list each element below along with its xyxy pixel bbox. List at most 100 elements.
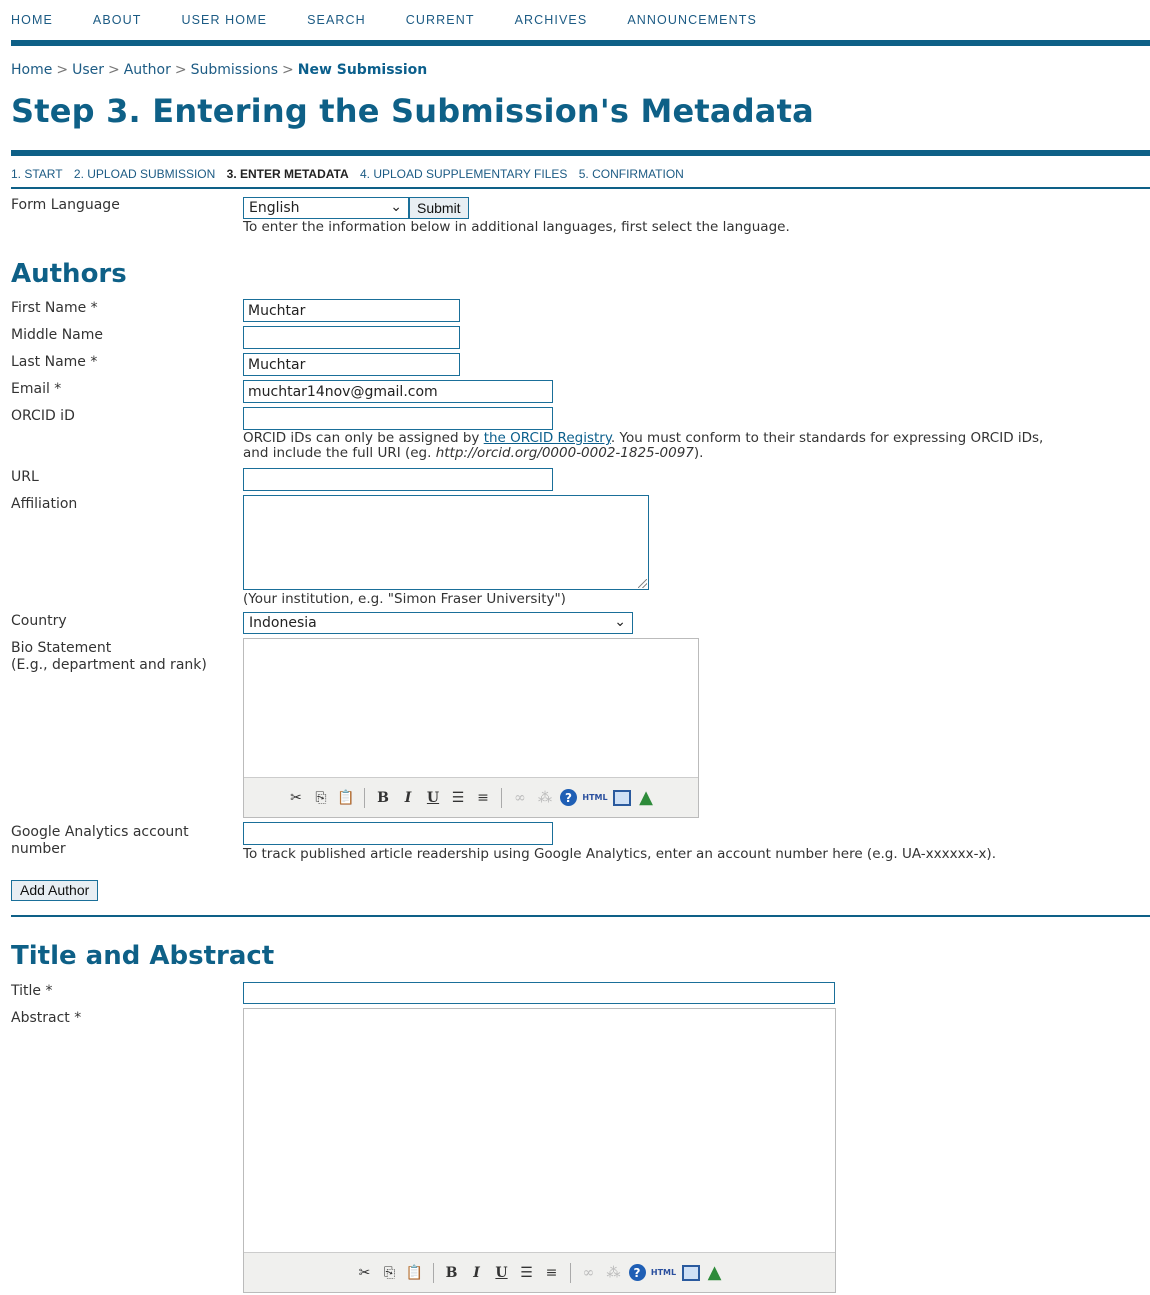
underline-icon[interactable]: U: [423, 788, 443, 808]
fullscreen-icon[interactable]: [681, 1264, 700, 1281]
bio-editor[interactable]: ✂ ⎘ 📋 B I U ☰ ≡ ∞ ⁂ ? HTML ▲: [243, 638, 699, 818]
cut-icon[interactable]: ✂: [286, 788, 306, 808]
form-language-select[interactable]: English ⌄: [243, 197, 409, 219]
analytics-label-line2: number: [11, 841, 66, 857]
affiliation-textarea[interactable]: [243, 495, 649, 590]
bold-icon[interactable]: B: [442, 1263, 462, 1283]
orcid-note-text: and include the full URI (eg.: [243, 445, 436, 461]
url-input[interactable]: [243, 468, 553, 491]
middle-name-input[interactable]: [243, 326, 460, 349]
breadcrumb-separator: >: [56, 62, 69, 78]
breadcrumb-home[interactable]: Home: [11, 62, 52, 78]
bold-icon[interactable]: B: [373, 788, 393, 808]
resize-handle[interactable]: [638, 579, 647, 588]
toolbar-separator: [501, 787, 502, 808]
orcid-note-text: . You must conform to their standards fo…: [610, 430, 1044, 446]
bullet-list-icon[interactable]: ☰: [448, 788, 468, 808]
underline-icon[interactable]: U: [492, 1263, 512, 1283]
analytics-note: To track published article readership us…: [243, 846, 996, 862]
step-upload-submission[interactable]: 2. UPLOAD SUBMISSION: [74, 167, 215, 181]
nav-home[interactable]: HOME: [11, 13, 53, 29]
affiliation-note: (Your institution, e.g. "Simon Fraser Un…: [243, 591, 566, 607]
nav-archives[interactable]: ARCHIVES: [515, 13, 588, 29]
copy-icon[interactable]: ⎘: [380, 1263, 400, 1283]
analytics-label-line1: Google Analytics account: [11, 824, 189, 840]
nav-announcements[interactable]: ANNOUNCEMENTS: [627, 13, 757, 29]
link-icon[interactable]: ∞: [510, 788, 530, 808]
step-nav: 1. START 2. UPLOAD SUBMISSION 3. ENTER M…: [11, 167, 692, 181]
orcid-input[interactable]: [243, 407, 553, 430]
analytics-input[interactable]: [243, 822, 553, 845]
nav-user-home[interactable]: USER HOME: [181, 13, 267, 29]
url-label: URL: [11, 469, 39, 485]
breadcrumb-submissions[interactable]: Submissions: [191, 62, 278, 78]
paste-icon[interactable]: 📋: [405, 1263, 425, 1283]
section-divider: [11, 915, 1150, 917]
help-icon[interactable]: ?: [560, 789, 577, 806]
unlink-icon[interactable]: ⁂: [535, 788, 555, 808]
last-name-label: Last Name *: [11, 354, 98, 370]
fullscreen-icon[interactable]: [613, 789, 631, 806]
html-icon[interactable]: HTML: [582, 788, 608, 808]
orcid-note: ORCID iDs can only be assigned by the OR…: [243, 431, 1148, 461]
abstract-editor[interactable]: ✂ ⎘ 📋 B I U ☰ ≡ ∞ ⁂ ? HTML ▲: [243, 1008, 836, 1293]
add-author-button[interactable]: Add Author: [11, 880, 99, 901]
paste-icon[interactable]: 📋: [336, 788, 356, 808]
insert-image-icon[interactable]: ▲: [705, 1262, 725, 1283]
breadcrumb: Home > User > Author > Submissions > New Submiss…: [11, 62, 427, 78]
chevron-down-icon: ⌄: [614, 614, 626, 630]
first-name-input[interactable]: Muchtar: [243, 299, 460, 322]
step-start[interactable]: 1. START: [11, 167, 63, 181]
title-input[interactable]: [243, 982, 835, 1004]
numbered-list-icon[interactable]: ≡: [542, 1263, 562, 1283]
italic-icon[interactable]: I: [398, 788, 418, 808]
email-input[interactable]: muchtar14nov@gmail.com: [243, 380, 553, 403]
breadcrumb-separator: >: [282, 62, 294, 78]
nav-about[interactable]: ABOUT: [93, 13, 142, 29]
country-select[interactable]: Indonesia ⌄: [243, 612, 633, 634]
form-language-value: English: [249, 200, 300, 216]
cut-icon[interactable]: ✂: [355, 1263, 375, 1283]
toolbar-separator: [569, 1262, 571, 1283]
breadcrumb-author[interactable]: Author: [124, 62, 171, 78]
step-enter-metadata: 3. ENTER METADATA: [226, 167, 349, 181]
breadcrumb-user[interactable]: User: [72, 62, 104, 78]
nav-divider: [11, 40, 1150, 46]
form-language-label: Form Language: [11, 197, 120, 213]
insert-image-icon[interactable]: ▲: [636, 787, 656, 808]
link-icon[interactable]: ∞: [579, 1263, 599, 1283]
chevron-down-icon: ⌄: [390, 199, 402, 215]
copy-icon[interactable]: ⎘: [311, 788, 331, 808]
top-nav: HOME ABOUT USER HOME SEARCH CURRENT ARCH…: [11, 13, 797, 29]
authors-heading: Authors: [11, 259, 127, 289]
country-value: Indonesia: [249, 615, 317, 631]
orcid-note-text: ORCID iDs can only be assigned by: [243, 430, 484, 446]
bio-label: Bio Statement (E.g., department and rank…: [11, 640, 207, 674]
breadcrumb-separator: >: [108, 62, 120, 78]
middle-name-label: Middle Name: [11, 327, 103, 343]
orcid-note-text: ).: [693, 445, 704, 461]
steps-divider: [11, 187, 1150, 189]
step-confirmation[interactable]: 5. CONFIRMATION: [579, 167, 684, 181]
italic-icon[interactable]: I: [467, 1263, 487, 1283]
breadcrumb-separator: >: [174, 62, 187, 78]
orcid-registry-link[interactable]: the ORCID Registry: [484, 430, 611, 446]
bio-label-line2: (E.g., department and rank): [11, 657, 207, 673]
page-title: Step 3. Entering the Submission's Metada…: [11, 92, 814, 130]
country-label: Country: [11, 613, 67, 629]
step-upload-supplementary[interactable]: 4. UPLOAD SUPPLEMENTARY FILES: [360, 167, 567, 181]
toolbar-separator: [364, 787, 365, 808]
html-icon[interactable]: HTML: [651, 1263, 677, 1283]
last-name-input[interactable]: Muchtar: [243, 353, 460, 376]
bio-editor-toolbar: ✂ ⎘ 📋 B I U ☰ ≡ ∞ ⁂ ? HTML ▲: [244, 777, 698, 817]
form-language-submit-button[interactable]: Submit: [409, 197, 469, 219]
help-icon[interactable]: ?: [628, 1264, 646, 1281]
nav-search[interactable]: SEARCH: [307, 13, 366, 29]
breadcrumb-current[interactable]: New Submission: [298, 62, 428, 78]
first-name-label: First Name *: [11, 300, 98, 316]
unlink-icon[interactable]: ⁂: [604, 1263, 624, 1283]
title-label: Title *: [11, 983, 53, 999]
nav-current[interactable]: CURRENT: [406, 13, 475, 29]
bullet-list-icon[interactable]: ☰: [517, 1263, 537, 1283]
numbered-list-icon[interactable]: ≡: [473, 788, 493, 808]
